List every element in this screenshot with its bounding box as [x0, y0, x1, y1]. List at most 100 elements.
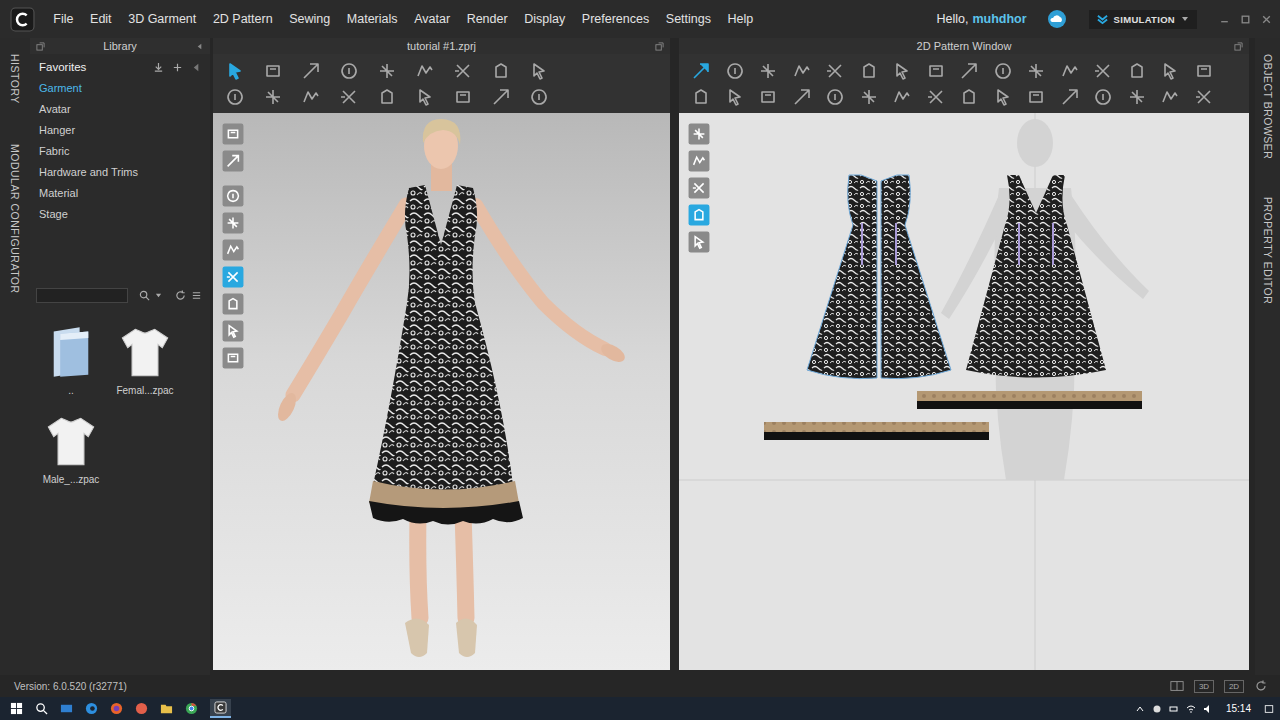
menu-item[interactable]: Sewing	[281, 10, 339, 28]
clo-taskbar-button[interactable]	[210, 699, 231, 718]
menu-item[interactable]: 3D Garment	[120, 10, 205, 28]
tool-icon[interactable]	[301, 61, 321, 81]
tool-icon[interactable]	[1127, 87, 1147, 107]
tool-icon[interactable]	[339, 61, 359, 81]
menu-item[interactable]: Settings	[658, 10, 720, 28]
side-tab[interactable]: OBJECT BROWSER	[1262, 54, 1274, 159]
mail-icon[interactable]	[60, 702, 73, 715]
app-logo-icon[interactable]	[10, 7, 35, 32]
tool-icon[interactable]	[926, 61, 946, 81]
view-tool-icon[interactable]	[222, 123, 244, 145]
add-icon[interactable]	[172, 62, 183, 73]
avatar-figure[interactable]	[213, 113, 670, 670]
tool-icon[interactable]	[225, 87, 245, 107]
popout-icon[interactable]	[1234, 42, 1243, 51]
tool-icon[interactable]	[415, 87, 435, 107]
library-item[interactable]: Avatar	[39, 98, 210, 119]
tool-icon[interactable]	[529, 87, 549, 107]
tool-icon[interactable]	[1160, 61, 1180, 81]
cloud-tray-icon[interactable]	[1152, 704, 1162, 714]
app-icon[interactable]	[135, 702, 148, 715]
view-tool-icon[interactable]	[222, 212, 244, 234]
tool-icon[interactable]	[1093, 87, 1113, 107]
refresh-icon[interactable]	[175, 290, 186, 301]
tool-icon[interactable]	[725, 61, 745, 81]
favorites-header[interactable]: Favorites	[39, 57, 210, 77]
menu-item[interactable]: Render	[458, 10, 516, 28]
windows-start-icon[interactable]	[10, 702, 23, 715]
close-icon[interactable]	[1261, 14, 1272, 25]
tool-icon[interactable]	[859, 61, 879, 81]
menu-item[interactable]: Materials	[339, 10, 406, 28]
menu-item[interactable]: File	[45, 10, 82, 28]
download-icon[interactable]	[153, 62, 164, 73]
view-button[interactable]: 3D	[1194, 680, 1214, 693]
view-tool-icon[interactable]	[688, 150, 710, 172]
tool-icon[interactable]	[1026, 87, 1046, 107]
tool-icon[interactable]	[959, 61, 979, 81]
view-button[interactable]: 2D	[1224, 680, 1244, 693]
file-tile[interactable]: Femal...zpac	[108, 325, 182, 396]
popout-icon[interactable]	[36, 42, 45, 51]
tool-icon[interactable]	[1093, 61, 1113, 81]
tool-icon[interactable]	[758, 61, 778, 81]
tool-icon[interactable]	[1060, 87, 1080, 107]
tool-icon[interactable]	[377, 87, 397, 107]
volume-icon[interactable]	[1203, 704, 1213, 714]
menu-item[interactable]: Display	[516, 10, 574, 28]
view-tool-icon[interactable]	[688, 123, 710, 145]
tool-icon[interactable]	[691, 61, 711, 81]
file-tile[interactable]: Male_...zpac	[34, 414, 108, 485]
reset-icon[interactable]	[1254, 680, 1268, 692]
tool-icon[interactable]	[792, 61, 812, 81]
tool-icon[interactable]	[959, 87, 979, 107]
tool-icon[interactable]	[926, 87, 946, 107]
menu-item[interactable]: Help	[719, 10, 761, 28]
dropdown-icon[interactable]	[155, 292, 162, 299]
chevron-up-icon[interactable]	[1135, 704, 1145, 714]
edge-icon[interactable]	[85, 702, 98, 715]
tool-icon[interactable]	[1194, 61, 1214, 81]
view-tool-icon[interactable]	[222, 239, 244, 261]
library-item[interactable]: Hardware and Trims	[39, 161, 210, 182]
mode-dropdown[interactable]: SIMULATION	[1089, 10, 1197, 29]
search-field[interactable]	[36, 288, 128, 303]
library-item[interactable]: Fabric	[39, 140, 210, 161]
tool-icon[interactable]	[339, 87, 359, 107]
view-tool-icon[interactable]	[222, 293, 244, 315]
collapse-icon[interactable]	[195, 42, 204, 51]
side-tab[interactable]: HISTORY	[9, 54, 21, 104]
tool-icon[interactable]	[892, 61, 912, 81]
tool-icon[interactable]	[725, 87, 745, 107]
pattern-layout[interactable]	[679, 113, 1249, 670]
back-icon[interactable]	[191, 62, 202, 73]
view-tool-icon[interactable]	[222, 185, 244, 207]
library-item[interactable]: Material	[39, 182, 210, 203]
tool-icon[interactable]	[1127, 61, 1147, 81]
tool-icon[interactable]	[415, 61, 435, 81]
view-tool-icon[interactable]	[688, 231, 710, 253]
battery-icon[interactable]	[1169, 704, 1179, 714]
tool-icon[interactable]	[859, 87, 879, 107]
tool-icon[interactable]	[792, 87, 812, 107]
tool-icon[interactable]	[1060, 61, 1080, 81]
tool-icon[interactable]	[825, 87, 845, 107]
tool-icon[interactable]	[691, 87, 711, 107]
tool-icon[interactable]	[377, 61, 397, 81]
tool-icon[interactable]	[1026, 61, 1046, 81]
view-tool-icon[interactable]	[222, 266, 244, 288]
tool-icon[interactable]	[892, 87, 912, 107]
list-view-icon[interactable]	[191, 290, 202, 301]
tool-icon[interactable]	[825, 61, 845, 81]
tool-icon[interactable]	[263, 87, 283, 107]
tool-icon[interactable]	[529, 61, 549, 81]
tool-icon[interactable]	[491, 87, 511, 107]
tool-icon[interactable]	[993, 87, 1013, 107]
minimize-icon[interactable]	[1219, 14, 1230, 25]
file-tile[interactable]: ..	[34, 325, 108, 396]
tool-icon[interactable]	[993, 61, 1013, 81]
side-tab[interactable]: PROPERTY EDITOR	[1262, 197, 1274, 304]
library-item[interactable]: Garment	[39, 77, 210, 98]
split-view-icon[interactable]	[1170, 680, 1184, 692]
tool-icon[interactable]	[263, 61, 283, 81]
